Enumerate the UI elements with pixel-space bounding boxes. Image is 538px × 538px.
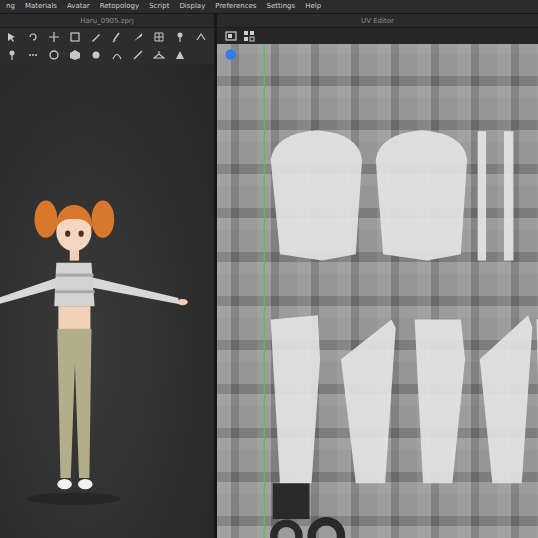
uv-piece[interactable] [312, 521, 341, 538]
grid-icon [153, 31, 165, 43]
tool-button[interactable] [90, 31, 102, 43]
stitch-icon [27, 49, 39, 61]
pin-icon [174, 31, 186, 43]
uv-piece[interactable] [376, 130, 467, 260]
leggings [57, 329, 91, 478]
tool-button[interactable] [48, 49, 60, 61]
tool-button[interactable] [90, 49, 102, 61]
tool-button[interactable] [243, 30, 255, 42]
pin-icon [6, 49, 18, 61]
menu-item[interactable]: Avatar [67, 0, 90, 12]
tool-button[interactable] [111, 31, 123, 43]
menu-item[interactable]: Script [149, 0, 169, 12]
uv-view-icon [225, 30, 237, 42]
uv-editor-title: UV Editor [361, 17, 394, 25]
uv-piece[interactable] [504, 131, 513, 260]
menu-bar: ng Materials Avatar Retopology Script Display… [0, 0, 538, 14]
right-arm [91, 277, 178, 304]
move-icon [48, 31, 60, 43]
uv-piece[interactable] [537, 315, 538, 483]
arrow-icon [6, 31, 18, 43]
tool-button[interactable] [27, 49, 39, 61]
tool-button[interactable] [27, 31, 39, 43]
uv-grid-icon [243, 30, 255, 42]
tool-button[interactable] [6, 49, 18, 61]
hanger-icon [153, 49, 165, 61]
tool-button[interactable] [174, 31, 186, 43]
uv-canvas[interactable] [217, 44, 538, 538]
3d-viewport[interactable] [0, 64, 214, 538]
uv-piece[interactable] [271, 130, 362, 260]
menu-item[interactable]: Materials [25, 0, 57, 12]
tool-button[interactable] [48, 31, 60, 43]
tool-button[interactable] [153, 31, 165, 43]
dot-icon [90, 49, 102, 61]
workspace: Haru_0905.zprj UV Editor [0, 14, 538, 538]
avatar-figure[interactable] [0, 64, 214, 538]
tool-button[interactable] [153, 49, 165, 61]
uv-piece[interactable] [415, 319, 465, 483]
uv-axis-line [264, 44, 265, 538]
viewport-header: Haru_0905.zprj [0, 14, 214, 28]
tri-icon [174, 49, 186, 61]
menu-item[interactable]: Retopology [100, 0, 139, 12]
rotate-icon [27, 31, 39, 43]
tool-button[interactable] [225, 30, 237, 42]
pen-icon [90, 31, 102, 43]
uv-editor-pane: UV Editor [217, 14, 538, 538]
uv-piece[interactable] [274, 523, 299, 538]
file-title: Haru_0905.zprj [80, 17, 133, 25]
uv-piece[interactable] [341, 319, 396, 483]
menu-item[interactable]: Display [179, 0, 205, 12]
tool-button[interactable] [132, 31, 144, 43]
fold-icon [195, 31, 207, 43]
circle-icon [48, 49, 60, 61]
tool-button[interactable] [111, 49, 123, 61]
toolbar [0, 28, 214, 46]
menu-item[interactable]: Settings [266, 0, 295, 12]
toolbar [0, 46, 214, 64]
uv-toolbar [217, 28, 538, 44]
uv-piece[interactable] [273, 483, 310, 519]
uv-layout[interactable] [217, 44, 538, 538]
knife-icon [132, 31, 144, 43]
uv-piece[interactable] [480, 315, 533, 483]
brush-icon [111, 31, 123, 43]
menu-item[interactable]: Help [305, 0, 321, 12]
app-window: ng Materials Avatar Retopology Script Display… [0, 0, 538, 538]
menu-item[interactable]: ng [6, 0, 15, 12]
tool-button[interactable] [132, 49, 144, 61]
crop-top [54, 263, 94, 306]
scale-icon [69, 31, 81, 43]
viewport-pane: Haru_0905.zprj [0, 14, 214, 538]
tool-button[interactable] [174, 49, 186, 61]
line-icon [132, 49, 144, 61]
sew-icon [111, 49, 123, 61]
tool-button[interactable] [195, 31, 207, 43]
pivot-dot[interactable] [225, 49, 236, 60]
tool-button[interactable] [69, 49, 81, 61]
uv-piece[interactable] [271, 315, 320, 483]
uv-editor-header: UV Editor [217, 14, 538, 28]
menu-item[interactable]: Preferences [215, 0, 256, 12]
left-arm [0, 277, 58, 304]
cube-icon [69, 49, 81, 61]
tool-button[interactable] [6, 31, 18, 43]
tool-button[interactable] [69, 31, 81, 43]
uv-piece[interactable] [478, 131, 486, 260]
